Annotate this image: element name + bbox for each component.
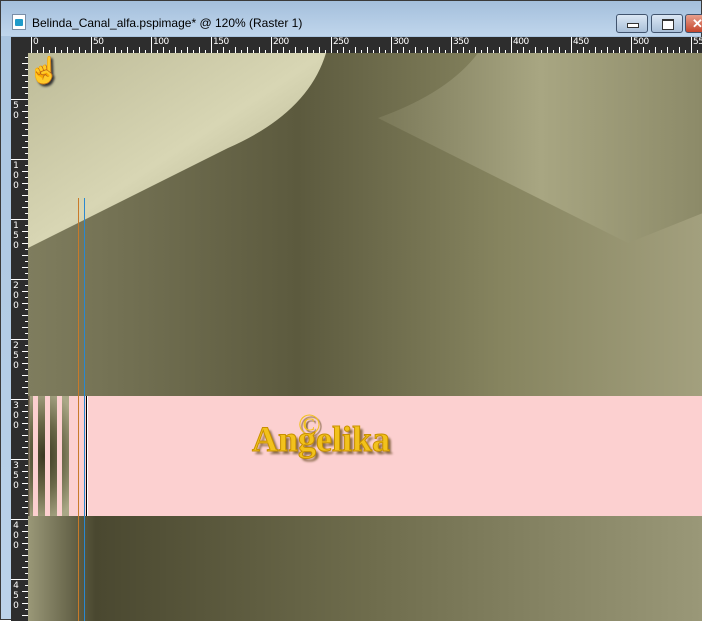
ruler-label: 150 xyxy=(13,221,19,251)
ruler-label: 250 xyxy=(333,37,349,47)
ruler-label: 100 xyxy=(13,161,19,191)
ruler-label: 200 xyxy=(273,37,289,47)
ruler-label: 200 xyxy=(13,281,19,311)
ruler-tick xyxy=(11,459,28,460)
ruler-label: 450 xyxy=(573,37,589,47)
background-image xyxy=(28,53,702,621)
image-canvas[interactable]: ☝ © Angelika xyxy=(28,53,702,621)
selection-edge xyxy=(86,396,88,516)
ruler-tick xyxy=(11,99,28,100)
stripe xyxy=(45,396,50,516)
ruler-label: 500 xyxy=(633,37,649,47)
ruler-tick xyxy=(11,519,28,520)
ruler-tick xyxy=(691,37,692,53)
ruler-tick xyxy=(11,339,28,340)
ruler-tick xyxy=(91,37,92,53)
ruler-tick xyxy=(151,37,152,53)
ruler-label: 400 xyxy=(13,521,19,551)
close-icon: ✕ xyxy=(692,16,702,31)
ruler-label: 300 xyxy=(13,401,19,431)
stripe xyxy=(57,396,62,516)
ruler-tick xyxy=(11,579,28,580)
ruler-tick xyxy=(511,37,512,53)
close-button[interactable]: ✕ xyxy=(685,14,702,33)
document-icon xyxy=(12,14,26,30)
stripe xyxy=(33,396,38,516)
guide-line-blue[interactable] xyxy=(84,198,85,621)
ruler-label: 50 xyxy=(93,37,104,47)
ruler-tick xyxy=(11,159,28,160)
ruler-tick xyxy=(391,37,392,53)
vertical-ruler[interactable]: 50 100 150 200 250 300 350 400 450 xyxy=(11,53,28,621)
ruler-tick xyxy=(31,37,32,53)
ruler-tick xyxy=(631,37,632,53)
watermark-text: Angelika xyxy=(251,419,391,460)
pan-hand-icon: ☝ xyxy=(28,55,61,85)
guide-line-orange[interactable] xyxy=(78,198,79,621)
ruler-label: 350 xyxy=(453,37,469,47)
window-title: Belinda_Canal_alfa.pspimage* @ 120% (Ras… xyxy=(32,16,303,30)
ruler-label: 150 xyxy=(213,37,229,47)
horizontal-ruler[interactable]: 0 50 100 150 200 250 300 350 400 450 500 550 xyxy=(11,37,702,53)
stripe xyxy=(69,396,78,516)
ruler-label: 350 xyxy=(13,461,19,491)
ruler-tick xyxy=(451,37,452,53)
ruler-tick xyxy=(11,279,28,280)
ruler-tick xyxy=(211,37,212,53)
ruler-label: 400 xyxy=(513,37,529,47)
ruler-tick xyxy=(271,37,272,53)
ruler-label: 550 xyxy=(693,37,702,47)
ruler-label: 50 xyxy=(13,101,19,121)
maximize-button[interactable] xyxy=(651,14,683,33)
document-window: Belinda_Canal_alfa.pspimage* @ 120% (Ras… xyxy=(0,0,702,621)
ruler-label: 250 xyxy=(13,341,19,371)
minimize-button[interactable] xyxy=(616,14,648,33)
ruler-label: 300 xyxy=(393,37,409,47)
ruler-tick xyxy=(331,37,332,53)
ruler-tick xyxy=(11,219,28,220)
ruler-label: 100 xyxy=(153,37,169,47)
ruler-label: 0 xyxy=(33,37,39,47)
ruler-label: 450 xyxy=(13,581,19,611)
ruler-tick xyxy=(571,37,572,53)
ruler-tick xyxy=(11,399,28,400)
title-bar[interactable]: Belinda_Canal_alfa.pspimage* @ 120% (Ras… xyxy=(1,1,702,36)
